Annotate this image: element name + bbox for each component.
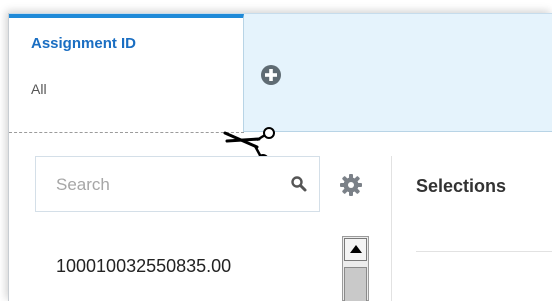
prompt-panel: Assignment ID All Search Selections 1000… (8, 13, 552, 301)
search-input[interactable]: Search (35, 156, 320, 212)
search-icon[interactable] (290, 175, 308, 193)
selections-rule (416, 251, 552, 252)
column-divider (391, 156, 392, 301)
scroll-thumb[interactable] (344, 267, 367, 301)
tab-bar: Assignment ID All (9, 13, 552, 133)
cut-line (9, 132, 244, 133)
gear-icon[interactable] (340, 174, 362, 196)
search-placeholder: Search (56, 175, 110, 194)
tab-assignment-id[interactable]: Assignment ID All (9, 14, 244, 133)
list-scrollbar[interactable] (342, 236, 369, 301)
scroll-up-button[interactable] (344, 238, 367, 261)
list-item[interactable]: 100010032550835.00 (56, 256, 231, 277)
plus-circle-icon[interactable] (261, 65, 281, 85)
selections-heading: Selections (416, 176, 507, 196)
tab-subtitle: All (31, 81, 47, 97)
tab-title: Assignment ID (31, 35, 137, 52)
